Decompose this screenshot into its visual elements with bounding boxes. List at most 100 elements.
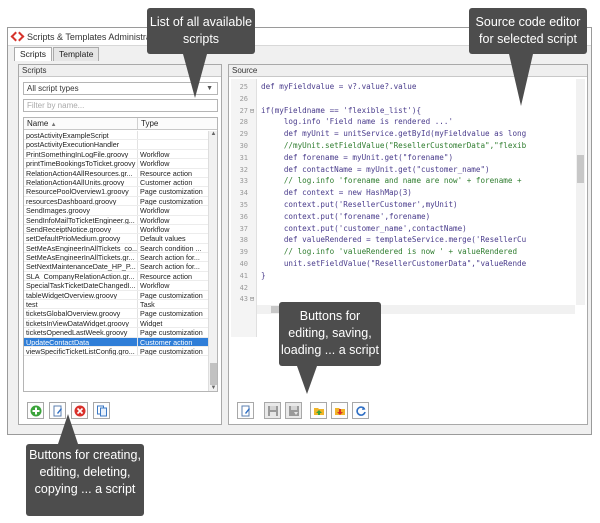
code-line: 41} bbox=[231, 270, 266, 282]
script-name-cell: SetMeAsEngineerInAllTickets.gr... bbox=[24, 253, 138, 262]
window-title: Scripts & Templates Administration bbox=[27, 31, 166, 42]
table-row[interactable]: SLA_CompanyRelationAction.gr... Resource … bbox=[24, 271, 209, 282]
scripts-table: Name ▲ Type postActivityExampleScript pos… bbox=[23, 117, 218, 392]
fold-toggle-icon[interactable]: ⊟ bbox=[248, 105, 256, 117]
line-number: 33 bbox=[239, 177, 248, 186]
script-type-cell: Page customization bbox=[140, 309, 203, 318]
fold-toggle-icon[interactable]: ⊟ bbox=[248, 293, 256, 305]
table-row[interactable]: setDefaultPrioMedium.groovy Default value… bbox=[24, 234, 209, 244]
scrollbar-thumb[interactable] bbox=[210, 363, 217, 385]
table-row[interactable]: ticketsGlobalOverview.groovy Page customi… bbox=[24, 309, 209, 319]
table-row[interactable]: PrintSomethingInLogFile.groovy Workflow bbox=[24, 149, 209, 160]
code-line: 32 def contactName = myUnit.get("custome… bbox=[231, 164, 490, 176]
column-header-type[interactable]: Type bbox=[138, 118, 208, 129]
table-row[interactable]: SpecialTaskTicketDateChangedI... Workflow bbox=[24, 281, 209, 291]
line-number: 37 bbox=[239, 224, 248, 233]
copy-icon bbox=[96, 405, 107, 416]
app-logo-icon bbox=[12, 32, 23, 41]
table-row[interactable]: SendInfoMailToTicketEngineer.g... Workflo… bbox=[24, 215, 209, 225]
table-row[interactable]: SendImages.groovy Workflow bbox=[24, 206, 209, 216]
editor-vertical-scrollbar[interactable] bbox=[576, 79, 585, 305]
script-type-cell bbox=[138, 131, 209, 139]
table-row[interactable]: postActivityExecutionHandler bbox=[24, 140, 209, 150]
script-type-cell: Search condition ... bbox=[140, 243, 202, 253]
table-row[interactable]: test Task bbox=[24, 300, 209, 310]
column-header-name[interactable]: Name ▲ bbox=[24, 118, 138, 129]
script-type-cell: Page customization bbox=[140, 328, 203, 337]
reload-button[interactable] bbox=[352, 402, 369, 419]
script-name-cell: SendReceiptNotice.groovy bbox=[24, 224, 138, 234]
code-text: log.info 'Field name is rendered ...' bbox=[261, 117, 454, 127]
code-text: // log.info 'valueRendered is now ' + va… bbox=[261, 247, 518, 257]
line-number: 26 bbox=[239, 94, 248, 103]
table-row[interactable]: resourcesDashboard.groovy Page customizat… bbox=[24, 196, 209, 207]
code-text: def context = new HashMap(3) bbox=[261, 188, 412, 198]
code-line: 42 bbox=[231, 282, 261, 294]
script-name-cell: SLA_CompanyRelationAction.gr... bbox=[24, 271, 138, 281]
table-row[interactable]: tableWidgetOverview.groovy Page customiza… bbox=[24, 290, 209, 301]
tab-bar: Scripts Template bbox=[14, 47, 100, 61]
table-row[interactable]: SetNextMaintenanceDate_HP_P... Search act… bbox=[24, 262, 209, 272]
code-text: def contactName = myUnit.get("customer_n… bbox=[261, 164, 490, 174]
script-type-cell: Workflow bbox=[140, 281, 170, 290]
script-name-cell: RelationAction4AllUnits.groovy bbox=[24, 177, 138, 187]
load-button[interactable] bbox=[310, 402, 327, 419]
scripts-table-body: postActivityExampleScript postActivityExe… bbox=[24, 131, 209, 357]
source-panel-title: Source bbox=[229, 65, 587, 77]
table-row[interactable]: SetMeAsEngineerInAllTickets_co... Search … bbox=[24, 243, 209, 254]
callout-script-list: List of all available scripts bbox=[147, 8, 255, 98]
save-button[interactable] bbox=[264, 402, 281, 419]
line-number: 34 bbox=[239, 189, 248, 198]
scrollbar-thumb[interactable] bbox=[577, 155, 584, 183]
script-type-cell: Resource action bbox=[140, 271, 192, 281]
scripts-scrollbar[interactable]: ▲ ▼ bbox=[208, 131, 217, 391]
script-type-cell: Page customization bbox=[140, 346, 203, 356]
code-text: def myFieldvalue = v?.value?.value bbox=[261, 82, 417, 91]
code-line: 38 def valueRendered = templateService.m… bbox=[231, 234, 527, 246]
script-name-cell: resourcesDashboard.groovy bbox=[24, 196, 138, 206]
script-type-cell: Workflow bbox=[140, 224, 170, 234]
script-name-cell: UpdateContactData bbox=[24, 337, 138, 346]
source-code-editor[interactable]: 25 def myFieldvalue = v?.value?.value 26 27… bbox=[231, 79, 585, 337]
line-number: 42 bbox=[239, 283, 248, 292]
table-row[interactable]: SendReceiptNotice.groovy Workflow bbox=[24, 224, 209, 235]
script-name-cell: RelationAction4AllResources.gr... bbox=[24, 168, 138, 177]
copy-script-button[interactable] bbox=[93, 402, 110, 419]
code-text: unit.setFieldValue("ResellerCustomerData… bbox=[261, 259, 527, 268]
table-row[interactable]: ticketsOpenedLastWeek.groovy Page customi… bbox=[24, 328, 209, 338]
line-number: 32 bbox=[239, 165, 248, 174]
edit-source-button[interactable] bbox=[237, 402, 254, 419]
filter-input[interactable]: Filter by name... bbox=[23, 99, 218, 112]
script-type-cell bbox=[138, 140, 209, 148]
import-button[interactable] bbox=[331, 402, 348, 419]
script-type-cell: Workflow bbox=[140, 159, 170, 168]
line-number: 43 bbox=[239, 295, 248, 304]
sort-ascending-icon: ▲ bbox=[50, 122, 57, 128]
script-name-cell: setDefaultPrioMedium.groovy bbox=[24, 234, 138, 243]
table-row[interactable]: UpdateContactData Customer action bbox=[24, 337, 209, 347]
save-as-button[interactable] bbox=[285, 402, 302, 419]
table-row[interactable]: RelationAction4AllUnits.groovy Customer a… bbox=[24, 177, 209, 188]
table-row[interactable]: SetMeAsEngineerInAllTickets.gr... Search … bbox=[24, 253, 209, 263]
line-number: 29 bbox=[239, 130, 248, 139]
code-line: 37 context.put('customer_name',contactNa… bbox=[231, 223, 467, 235]
table-row[interactable]: postActivityExampleScript bbox=[24, 131, 209, 141]
code-text: def forename = myUnit.get("forename") bbox=[261, 152, 454, 162]
table-row[interactable]: ticketsInViewDataWidget.groovy Widget bbox=[24, 318, 209, 329]
scroll-down-icon[interactable]: ▼ bbox=[209, 385, 217, 391]
table-row[interactable]: RelationAction4AllResources.gr... Resourc… bbox=[24, 168, 209, 178]
code-line: 31 def forename = myUnit.get("forename") bbox=[231, 152, 453, 164]
table-row[interactable]: printTimeBookingsToTicket.groovy Workflow bbox=[24, 159, 209, 169]
table-row[interactable]: ResourcePoolOverview1.groovy Page customi… bbox=[24, 187, 209, 197]
line-number: 39 bbox=[239, 248, 248, 257]
script-name-cell: SpecialTaskTicketDateChangedI... bbox=[24, 281, 138, 290]
plus-circle-icon bbox=[30, 405, 41, 416]
tab-scripts[interactable]: Scripts bbox=[14, 47, 52, 61]
source-toolbar bbox=[237, 402, 369, 419]
script-name-cell: ResourcePoolOverview1.groovy bbox=[24, 187, 138, 196]
create-script-button[interactable] bbox=[27, 402, 44, 419]
tab-template[interactable]: Template bbox=[52, 47, 100, 61]
scroll-up-icon[interactable]: ▲ bbox=[209, 131, 217, 137]
code-line: 39 // log.info 'valueRendered is now ' +… bbox=[231, 246, 517, 258]
table-row[interactable]: viewSpecificTicketListConfig.gro... Page … bbox=[24, 346, 209, 357]
